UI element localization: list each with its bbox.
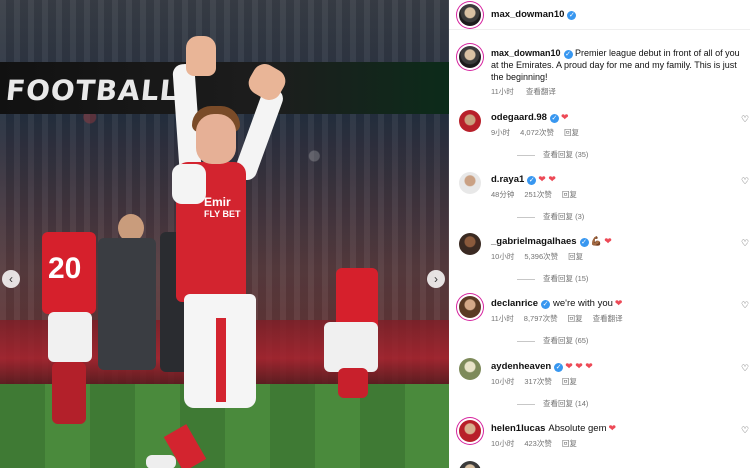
verified-icon: ✓ [541, 300, 550, 309]
like-icon[interactable]: ♡ [741, 363, 749, 374]
heart-emoji: ❤ ❤ ❤ [565, 361, 593, 371]
heart-emoji: ❤ [560, 112, 569, 122]
view-replies-link[interactable]: 查看回复 (14) [517, 398, 588, 409]
reply-button[interactable]: 回复 [562, 190, 577, 199]
chevron-left-icon[interactable]: ‹ [2, 270, 20, 288]
comment-likes[interactable]: 8,797次赞 [524, 314, 558, 323]
caption-meta: 11小时 查看翻译 [491, 86, 566, 97]
commenter-avatar[interactable] [459, 420, 481, 442]
translate-link[interactable]: 查看翻译 [593, 314, 623, 323]
post-photo[interactable]: FOOTBALL 20 Emir FLY BET ‹ › [0, 0, 449, 468]
sponsor-line1: Emir [204, 195, 231, 209]
comment-username[interactable]: d.raya1 ✓ ❤ ❤ [491, 174, 556, 185]
view-replies-link[interactable]: 查看回复 (15) [517, 273, 588, 284]
main-player-left-hand [186, 36, 216, 76]
comment-meta: 9小时 4,072次赞 回复 [491, 127, 589, 138]
comment-meta: 10小时 317次赞 回复 [491, 376, 587, 387]
author-username[interactable]: max_dowman10 ✓ [491, 9, 577, 20]
background-official [98, 238, 156, 370]
comment-meta: 10小时 423次赞 回复 [491, 438, 587, 449]
commenter-avatar[interactable] [459, 233, 481, 255]
caption-avatar[interactable] [459, 46, 481, 68]
comment-username[interactable]: helen1lucas Absolute gem ❤ [491, 423, 616, 434]
view-replies-link[interactable]: 查看回复 (65) [517, 335, 588, 346]
comment-likes[interactable]: 251次赞 [524, 190, 552, 199]
caption-time: 11小时 [491, 87, 514, 96]
comment-likes[interactable]: 5,396次赞 [524, 252, 558, 261]
chevron-right-icon[interactable]: › [427, 270, 445, 288]
comment-time: 10小时 [491, 439, 515, 448]
comment-text: Absolute gem [548, 423, 607, 434]
commenter-avatar[interactable] [459, 172, 481, 194]
heart-emoji: ❤ [614, 298, 623, 308]
background-player-right-legs [338, 368, 368, 398]
reply-button[interactable]: 回复 [568, 252, 583, 261]
comment-time: 48分钟 [491, 190, 515, 199]
caption-username[interactable]: max_dowman10 [491, 48, 561, 58]
comment-meta: 10小时 5,396次赞 回复 [491, 251, 593, 262]
shirt-sponsor: Emir FLY BET [204, 196, 241, 220]
commenter-avatar[interactable] [459, 461, 481, 468]
like-icon[interactable]: ♡ [741, 176, 749, 187]
comment-panel: max_dowman10 ✓ max_dowman10 ✓ Premier leag… [449, 0, 750, 468]
heart-emoji: 💪🏾 ❤ [590, 236, 612, 246]
main-player-sleeve [172, 164, 206, 204]
verified-icon: ✓ [563, 50, 573, 59]
author-avatar[interactable] [459, 4, 481, 26]
comment-time: 10小时 [491, 377, 515, 386]
banner-text: FOOTBALL [4, 74, 181, 107]
comment-time: 10小时 [491, 252, 515, 261]
background-player-legs [52, 362, 86, 424]
comment-username[interactable]: odegaard.98 ✓ ❤ [491, 112, 569, 123]
post-header: max_dowman10 ✓ [449, 0, 750, 30]
comment-likes[interactable]: 4,072次赞 [520, 128, 554, 137]
view-replies-link[interactable]: 查看回复 (3) [517, 211, 584, 222]
comment-meta: 11小时 8,797次赞 回复 查看翻译 [491, 313, 633, 324]
reply-button[interactable]: 回复 [564, 128, 579, 137]
comment-username[interactable]: aydenheaven ✓ ❤ ❤ ❤ [491, 361, 593, 372]
main-player-boot [146, 455, 176, 468]
comment-meta: 48分钟 251次赞 回复 [491, 189, 587, 200]
verified-icon: ✓ [567, 11, 577, 20]
verified-icon: ✓ [579, 238, 589, 247]
reply-button[interactable]: 回复 [568, 314, 583, 323]
like-icon[interactable]: ♡ [741, 238, 749, 249]
reply-button[interactable]: 回复 [562, 439, 577, 448]
commenter-avatar[interactable] [459, 296, 481, 318]
verified-icon: ✓ [527, 176, 537, 185]
background-player-shorts [48, 312, 92, 362]
heart-emoji: ❤ ❤ [538, 174, 556, 184]
caption-translate-link[interactable]: 查看翻译 [526, 87, 556, 96]
background-player-right-shorts [324, 322, 378, 372]
shorts-stripe [216, 318, 226, 402]
comment-username[interactable]: declanrice ✓ we're with you ❤ [491, 298, 622, 309]
main-player-head [196, 114, 236, 164]
heart-emoji: ❤ [608, 423, 617, 433]
like-icon[interactable]: ♡ [741, 300, 749, 311]
comment-time: 9小时 [491, 128, 511, 137]
verified-icon: ✓ [549, 114, 559, 123]
verified-icon: ✓ [554, 363, 564, 372]
commenter-avatar[interactable] [459, 110, 481, 132]
view-replies-link[interactable]: 查看回复 (35) [517, 149, 588, 160]
like-icon[interactable]: ♡ [741, 425, 749, 436]
comment-likes[interactable]: 423次赞 [524, 439, 552, 448]
like-icon[interactable]: ♡ [741, 114, 749, 125]
comment-username[interactable]: _gabrielmagalhaes ✓ 💪🏾 ❤ [491, 236, 612, 247]
commenter-avatar[interactable] [459, 358, 481, 380]
jersey-number: 20 [48, 252, 82, 285]
comment-text: we're with you [553, 298, 613, 309]
sponsor-line2: FLY BET [204, 209, 241, 219]
reply-button[interactable]: 回复 [562, 377, 577, 386]
comment-likes[interactable]: 317次赞 [524, 377, 552, 386]
caption: max_dowman10 ✓ Premier league debut in fr… [491, 47, 743, 83]
comment-time: 11小时 [491, 314, 514, 323]
